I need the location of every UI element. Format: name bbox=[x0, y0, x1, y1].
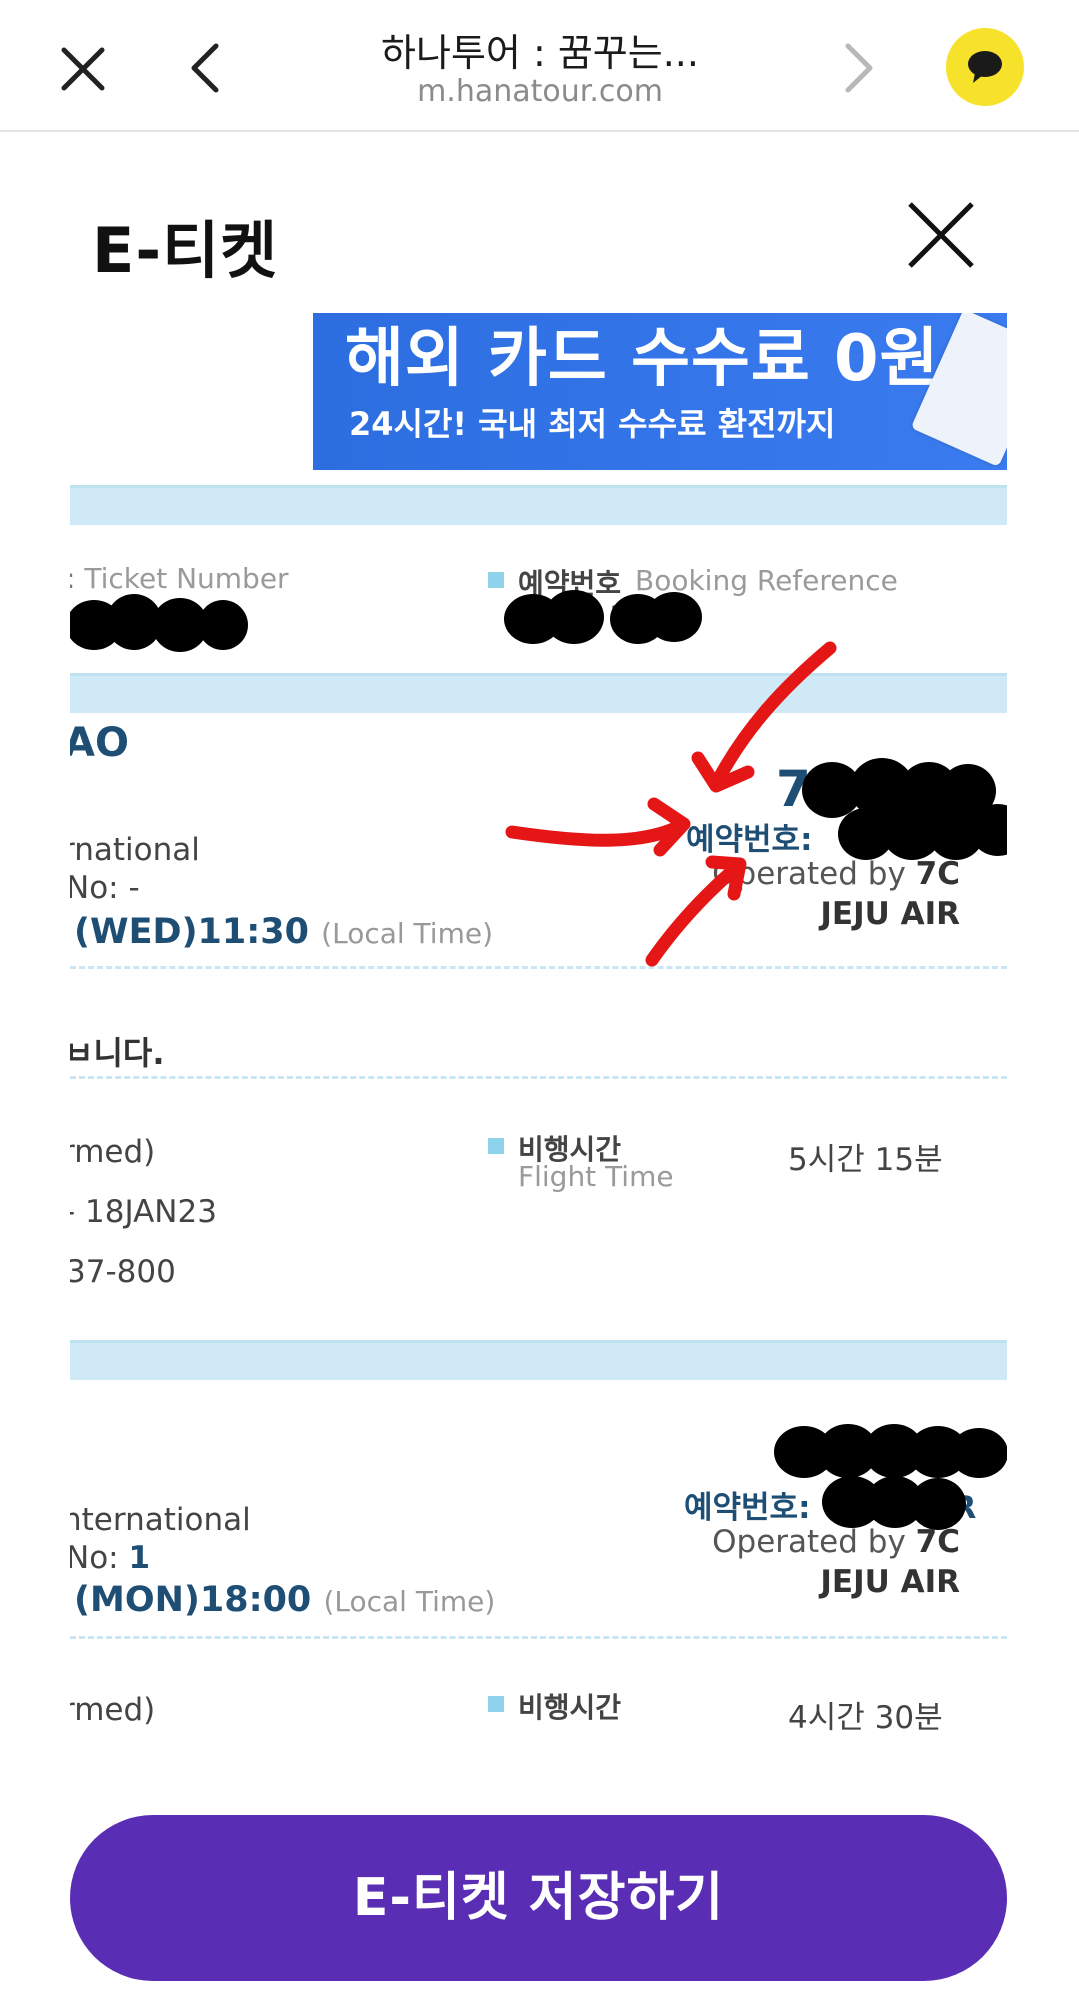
save-eticket-button[interactable]: E-티켓 저장하기 bbox=[70, 1815, 1007, 1981]
ticket-number-label: : Ticket Number bbox=[70, 562, 289, 595]
browser-url[interactable]: m.hanatour.com bbox=[300, 74, 780, 109]
redaction-mark bbox=[950, 1428, 1007, 1478]
segment2-flight-time-value: 4시간 30분 bbox=[788, 1700, 943, 1736]
section-divider-band bbox=[70, 1340, 1007, 1380]
section-divider-band bbox=[70, 673, 1007, 713]
segment2-status: rmed) bbox=[70, 1692, 156, 1728]
segment2-terminal: No: 1 bbox=[70, 1540, 151, 1576]
redaction-mark bbox=[544, 590, 604, 644]
dashed-divider bbox=[70, 1076, 1007, 1079]
segment2-flight-time-label-kor: 비행시간 bbox=[518, 1691, 622, 1724]
modal-close-icon[interactable] bbox=[906, 200, 976, 270]
segment2-datetime: (MON)18:00 (Local Time) bbox=[74, 1580, 496, 1620]
segment1-status: rmed) bbox=[70, 1134, 156, 1170]
segment1-terminal: No: - bbox=[70, 870, 140, 906]
section-divider-band bbox=[70, 485, 1007, 525]
segment1-airport-code: AO bbox=[70, 720, 129, 766]
redaction-mark bbox=[646, 592, 702, 642]
dashed-divider bbox=[70, 966, 1007, 969]
bullet-icon bbox=[488, 1138, 504, 1154]
segment2-operated-by: Operated by 7C bbox=[712, 1524, 960, 1560]
eticket-content: : Ticket Number 4 예약번호 Booking Reference… bbox=[70, 470, 1007, 1740]
chat-bubble-icon bbox=[968, 51, 1002, 83]
segment2-airport-name: nternational bbox=[70, 1502, 251, 1538]
segment1-date: - 18JAN23 bbox=[70, 1194, 217, 1230]
segment1-datetime: (WED)11:30 (Local Time) bbox=[74, 912, 493, 952]
browser-page-title: 하나투어 : 꿈꾸는... bbox=[381, 31, 699, 75]
browser-toolbar: 하나투어 : 꿈꾸는... m.hanatour.com bbox=[0, 0, 1079, 132]
segment1-flight-time-value: 5시간 15분 bbox=[788, 1142, 943, 1178]
banner-subline: 24시간! 국내 최저 수수료 환전까지 bbox=[349, 405, 836, 443]
kakao-share-button[interactable] bbox=[946, 28, 1024, 106]
redaction-mark bbox=[910, 1478, 966, 1530]
forward-icon[interactable] bbox=[838, 42, 878, 94]
modal-title: E-티켓 bbox=[92, 214, 279, 287]
segment1-operated-by: Operated by 7C bbox=[712, 856, 960, 892]
segment1-carrier-name: JEJU AIR bbox=[820, 896, 960, 932]
segment1-airport-name: rnational bbox=[70, 832, 200, 868]
back-icon[interactable] bbox=[186, 42, 226, 94]
close-icon[interactable] bbox=[58, 44, 108, 94]
promo-banner[interactable]: 해외 카드 수수료 0원 24시간! 국내 최저 수수료 환전까지 bbox=[313, 313, 1007, 470]
bullet-icon bbox=[488, 572, 504, 588]
segment2-carrier-name: JEJU AIR bbox=[820, 1564, 960, 1600]
segment1-phone: 37-800 bbox=[70, 1254, 176, 1290]
segment1-notice: ㅂ니다. bbox=[70, 1034, 165, 1072]
bullet-icon bbox=[488, 1696, 504, 1712]
banner-headline: 해외 카드 수수료 0원 bbox=[345, 322, 940, 396]
dashed-divider bbox=[70, 1636, 1007, 1639]
segment1-reservation-label: 예약번호: bbox=[686, 822, 813, 858]
redaction-mark bbox=[198, 600, 248, 650]
segment1-flight-time-label-eng: Flight Time bbox=[518, 1160, 674, 1193]
